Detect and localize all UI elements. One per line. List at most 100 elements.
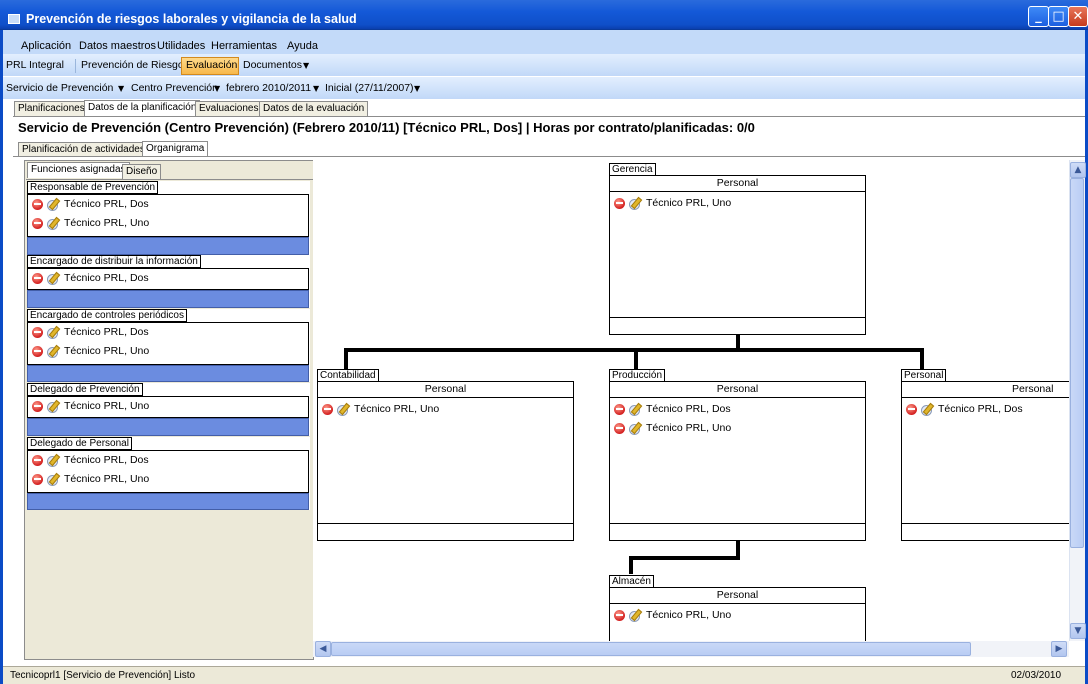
role-members: Técnico PRL, Dos — [27, 268, 309, 290]
tab-planificaciones[interactable]: Planificaciones — [14, 101, 89, 116]
role-members: Técnico PRL, Dos Técnico PRL, Uno — [27, 322, 309, 365]
close-icon[interactable]: ✕ — [1068, 6, 1088, 27]
edit-icon[interactable] — [47, 473, 59, 487]
node-header: Personal — [610, 176, 865, 192]
remove-icon[interactable] — [614, 422, 625, 434]
chevron-down-icon[interactable]: ▼ — [313, 84, 319, 93]
edit-icon[interactable] — [47, 345, 59, 359]
edit-icon[interactable] — [47, 272, 59, 286]
tab-funciones-asignadas[interactable]: Funciones asignadas — [27, 162, 130, 178]
context-servicio[interactable]: Servicio de Prevención — [6, 82, 113, 94]
menu-ayuda[interactable]: Ayuda — [287, 40, 318, 52]
role-drop-bar[interactable] — [27, 493, 309, 510]
role-drop-bar[interactable] — [27, 237, 309, 255]
remove-icon[interactable] — [32, 198, 43, 210]
tab-planificacion-actividades[interactable]: Planificación de actividades — [18, 142, 149, 157]
list-item: Técnico PRL, Uno — [614, 422, 731, 438]
edit-icon[interactable] — [337, 403, 349, 417]
context-centro[interactable]: Centro Prevención — [131, 82, 218, 94]
horizontal-scroll-thumb[interactable] — [331, 642, 971, 656]
remove-icon[interactable] — [614, 197, 625, 209]
vertical-scroll-thumb[interactable] — [1070, 178, 1084, 548]
role-drop-bar[interactable] — [27, 290, 309, 308]
node-header: Personal — [610, 382, 865, 398]
person-name: Técnico PRL, Dos — [938, 403, 1023, 415]
toolbar-prl-integral[interactable]: PRL Integral — [6, 59, 64, 71]
tab-datos-evaluacion[interactable]: Datos de la evaluación — [259, 101, 369, 116]
role-drop-bar[interactable] — [27, 418, 309, 436]
node-header: Personal — [610, 588, 865, 604]
remove-icon[interactable] — [32, 400, 43, 412]
node-footer-line — [610, 523, 865, 524]
menu-datos-maestros[interactable]: Datos maestros — [79, 40, 156, 52]
node-almacen[interactable]: Personal Técnico PRL, Uno — [609, 587, 866, 641]
edit-icon[interactable] — [47, 198, 59, 212]
toolbar-prevencion-riesgos[interactable]: Prevención de Riesgos — [81, 59, 189, 71]
role-title: Delegado de Personal — [27, 437, 132, 450]
edit-icon[interactable] — [47, 400, 59, 414]
node-gerencia[interactable]: Personal Técnico PRL, Uno — [609, 175, 866, 335]
remove-icon[interactable] — [614, 403, 625, 415]
node-contabilidad[interactable]: Personal Técnico PRL, Uno — [317, 381, 574, 541]
tab-diseno[interactable]: Diseño — [122, 164, 162, 179]
tab-organigrama[interactable]: Organigrama — [142, 141, 209, 157]
person-name: Técnico PRL, Dos — [64, 326, 149, 338]
scroll-right-icon[interactable]: ▶ — [1051, 641, 1067, 657]
role-group: Encargado de controles periódicos Técnic… — [27, 309, 310, 382]
connector — [634, 348, 638, 369]
edit-icon[interactable] — [47, 326, 59, 340]
list-item: Técnico PRL, Uno — [32, 473, 149, 489]
connector — [629, 556, 633, 574]
list-item: Técnico PRL, Uno — [32, 217, 149, 233]
role-group: Encargado de distribuir la información T… — [27, 255, 310, 308]
page-title: Servicio de Prevención (Centro Prevenció… — [18, 120, 755, 135]
remove-icon[interactable] — [32, 473, 43, 485]
remove-icon[interactable] — [32, 272, 43, 284]
edit-icon[interactable] — [629, 197, 641, 211]
edit-icon[interactable] — [921, 403, 933, 417]
tab-evaluaciones[interactable]: Evaluaciones — [195, 101, 263, 116]
left-tab-line — [26, 179, 313, 180]
chevron-down-icon[interactable]: ▼ — [414, 84, 420, 93]
menu-herramientas[interactable]: Herramientas — [211, 40, 277, 52]
list-item: Técnico PRL, Uno — [614, 197, 731, 213]
node-produccion[interactable]: Personal Técnico PRL, Dos Técnico PRL, U… — [609, 381, 866, 541]
edit-icon[interactable] — [629, 403, 641, 417]
list-item: Técnico PRL, Dos — [32, 272, 149, 288]
remove-icon[interactable] — [32, 345, 43, 357]
scroll-left-icon[interactable]: ◀ — [315, 641, 331, 657]
remove-icon[interactable] — [906, 403, 917, 415]
scroll-down-icon[interactable]: ▼ — [1070, 623, 1086, 639]
edit-icon[interactable] — [47, 217, 59, 231]
node-personal[interactable]: Personal Técnico PRL, Dos — [901, 381, 1070, 541]
remove-icon[interactable] — [32, 326, 43, 338]
scroll-up-icon[interactable]: ▲ — [1070, 162, 1086, 178]
toolbar-documentos[interactable]: Documentos — [243, 59, 302, 71]
person-name: Técnico PRL, Uno — [646, 197, 732, 209]
list-item: Técnico PRL, Uno — [322, 403, 439, 419]
role-title: Responsable de Prevención — [27, 181, 159, 194]
remove-icon[interactable] — [614, 609, 625, 621]
tab-datos-planificacion[interactable]: Datos de la planificación — [84, 100, 201, 116]
minimize-icon[interactable]: _ — [1028, 6, 1049, 27]
menu-aplicacion[interactable]: Aplicación — [21, 40, 71, 52]
context-periodo[interactable]: febrero 2010/2011 — [226, 82, 311, 94]
edit-icon[interactable] — [47, 454, 59, 468]
edit-icon[interactable] — [629, 422, 641, 436]
chevron-down-icon[interactable]: ▼ — [303, 61, 309, 70]
node-footer-line — [610, 317, 865, 318]
context-evaluacion[interactable]: Inicial (27/11/2007) — [325, 82, 414, 94]
remove-icon[interactable] — [32, 454, 43, 466]
remove-icon[interactable] — [322, 403, 333, 415]
remove-icon[interactable] — [32, 217, 43, 229]
connector — [344, 348, 348, 369]
person-name: Técnico PRL, Dos — [64, 198, 149, 210]
chevron-down-icon[interactable]: ▼ — [118, 84, 124, 93]
menu-utilidades[interactable]: Utilidades — [157, 40, 205, 52]
subtab-line — [13, 156, 1085, 157]
role-drop-bar[interactable] — [27, 365, 309, 382]
role-members: Técnico PRL, Dos Técnico PRL, Uno — [27, 194, 309, 237]
chevron-down-icon[interactable]: ▼ — [214, 84, 220, 93]
maximize-icon[interactable]: □ — [1048, 6, 1069, 27]
edit-icon[interactable] — [629, 609, 641, 623]
